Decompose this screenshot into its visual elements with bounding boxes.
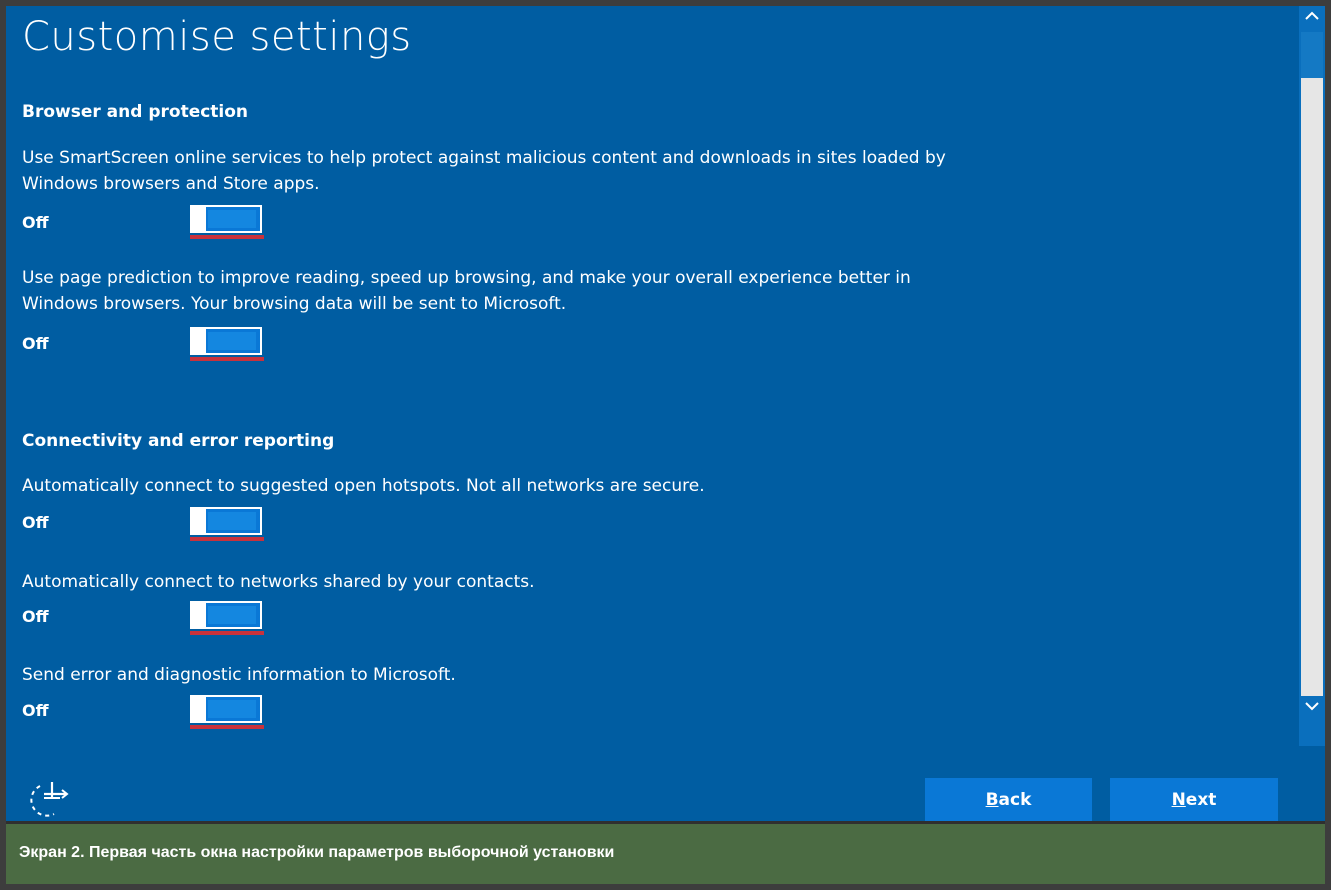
page-prediction-description: Use page prediction to improve reading, … [22, 268, 911, 314]
figure-caption-bar: Экран 2. Первая часть окна настройки пар… [6, 821, 1325, 884]
chevron-down-icon[interactable] [1299, 696, 1325, 722]
contacts-networks-state-label: Off [22, 607, 49, 626]
figure-caption: Экран 2. Первая часть окна настройки пар… [19, 844, 615, 861]
open-hotspots-toggle[interactable] [190, 507, 264, 541]
open-hotspots-state-label: Off [22, 513, 49, 532]
next-access-key: N [1171, 789, 1186, 810]
focus-underline [190, 537, 264, 541]
section-heading-browser-protection: Browser and protection [22, 102, 249, 122]
smartscreen-toggle[interactable] [190, 205, 264, 239]
error-reporting-toggle[interactable] [190, 695, 264, 729]
focus-underline [190, 235, 264, 239]
contacts-networks-description: Automatically connect to networks shared… [22, 572, 535, 592]
scrollbar-track-segment [1301, 32, 1323, 78]
error-reporting-description: Send error and diagnostic information to… [22, 665, 456, 685]
toggle-knob [190, 507, 206, 535]
toggle-knob [190, 327, 206, 355]
error-reporting-state-label: Off [22, 701, 49, 720]
contacts-networks-toggle[interactable] [190, 601, 264, 635]
next-label: ext [1185, 789, 1217, 810]
setup-window: Customise settings Browser and protectio… [6, 6, 1325, 821]
toggle-knob [190, 695, 206, 723]
page-prediction-state-label: Off [22, 334, 49, 353]
next-button[interactable]: Next [1110, 778, 1278, 821]
toggle-knob [190, 205, 206, 233]
focus-underline [190, 631, 264, 635]
page-title: Customise settings [22, 14, 412, 60]
ease-of-access-icon[interactable] [30, 776, 76, 818]
back-button[interactable]: Back [925, 778, 1092, 821]
back-access-key: B [985, 789, 999, 810]
smartscreen-state-label: Off [22, 213, 49, 232]
vertical-scrollbar[interactable] [1299, 6, 1325, 746]
focus-underline [190, 357, 264, 361]
open-hotspots-description: Automatically connect to suggested open … [22, 476, 705, 496]
toggle-knob [190, 601, 206, 629]
chevron-up-icon[interactable] [1299, 6, 1325, 32]
scrollbar-thumb[interactable] [1301, 78, 1323, 696]
page-prediction-toggle[interactable] [190, 327, 264, 361]
focus-underline [190, 725, 264, 729]
back-label: ack [998, 789, 1032, 810]
smartscreen-description: Use SmartScreen online services to help … [22, 148, 946, 194]
section-heading-connectivity: Connectivity and error reporting [22, 431, 335, 451]
